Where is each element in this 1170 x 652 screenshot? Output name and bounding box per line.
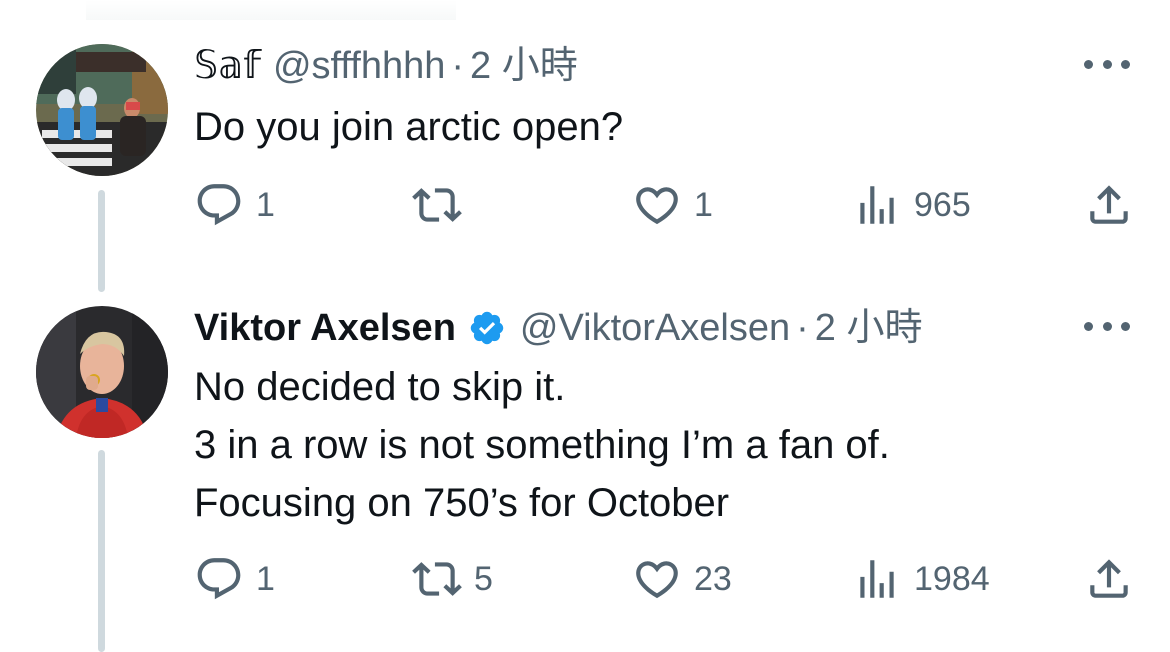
reply-tweet-viktor-axelsen[interactable]: Viktor Axelsen @ViktorAxelsen · 2 小時 No … [0,290,1170,652]
tweet-text-line: Do you join arctic open? [194,105,624,149]
user-handle[interactable]: @ViktorAxelsen [520,304,790,352]
reply-count: 1 [256,185,275,224]
user-handle[interactable]: @sfffhhhh [273,42,445,90]
reply-tweet-saf[interactable]: 𝕊𝕒𝕗 @sfffhhhh · 2 小時 Do you join arctic … [0,0,1170,292]
avatar[interactable] [36,306,168,438]
timestamp[interactable]: 2 小時 [815,304,923,352]
tweet-text-line: Focusing on 750’s for October [194,481,730,525]
display-name[interactable]: 𝕊𝕒𝕗 [194,42,261,90]
tweet-text-line: 3 in a row is not something I’m a fan of… [194,423,890,467]
retweet-button[interactable]: 5 [412,554,493,604]
tweet-text: No decided to skip it. 3 in a row is not… [194,358,1110,532]
thread-line [98,190,105,292]
action-bar: 1 1 965 [194,180,1134,230]
like-button[interactable]: 1 [632,180,713,230]
view-count: 965 [914,185,971,224]
reply-icon [197,558,241,600]
share-button[interactable] [1084,554,1134,604]
reply-count: 1 [256,559,275,598]
retweet-icon [412,188,462,222]
like-count: 1 [694,185,713,224]
reply-button[interactable]: 1 [194,554,275,604]
more-icon[interactable] [1084,316,1130,336]
like-count: 23 [694,559,732,598]
avatar[interactable] [36,44,168,176]
display-name[interactable]: Viktor Axelsen [194,304,456,352]
retweet-count: 5 [474,559,493,598]
separator-dot: · [451,45,465,87]
share-icon [1090,559,1128,598]
retweet-button[interactable] [412,180,474,230]
retweet-icon [412,562,462,596]
views-button[interactable]: 1984 [852,554,990,604]
views-icon [860,186,894,224]
tweet-text: Do you join arctic open? [194,98,1110,156]
heart-icon [636,187,678,225]
tweet-header: 𝕊𝕒𝕗 @sfffhhhh · 2 小時 [194,42,1070,90]
action-bar: 1 5 23 1984 [194,554,1134,604]
verified-badge-icon[interactable] [468,309,506,347]
views-icon [860,560,894,598]
reply-icon [197,184,241,226]
more-icon[interactable] [1084,54,1130,74]
view-count: 1984 [914,559,990,598]
timestamp[interactable]: 2 小時 [470,42,578,90]
thread-line [98,450,105,652]
share-icon [1090,185,1128,224]
heart-icon [636,561,678,599]
tweet-header: Viktor Axelsen @ViktorAxelsen · 2 小時 [194,304,1070,352]
views-button[interactable]: 965 [852,180,971,230]
separator-dot: · [796,307,809,349]
reply-button[interactable]: 1 [194,180,275,230]
share-button[interactable] [1084,180,1134,230]
tweet-text-line: No decided to skip it. [194,365,566,409]
like-button[interactable]: 23 [632,554,732,604]
